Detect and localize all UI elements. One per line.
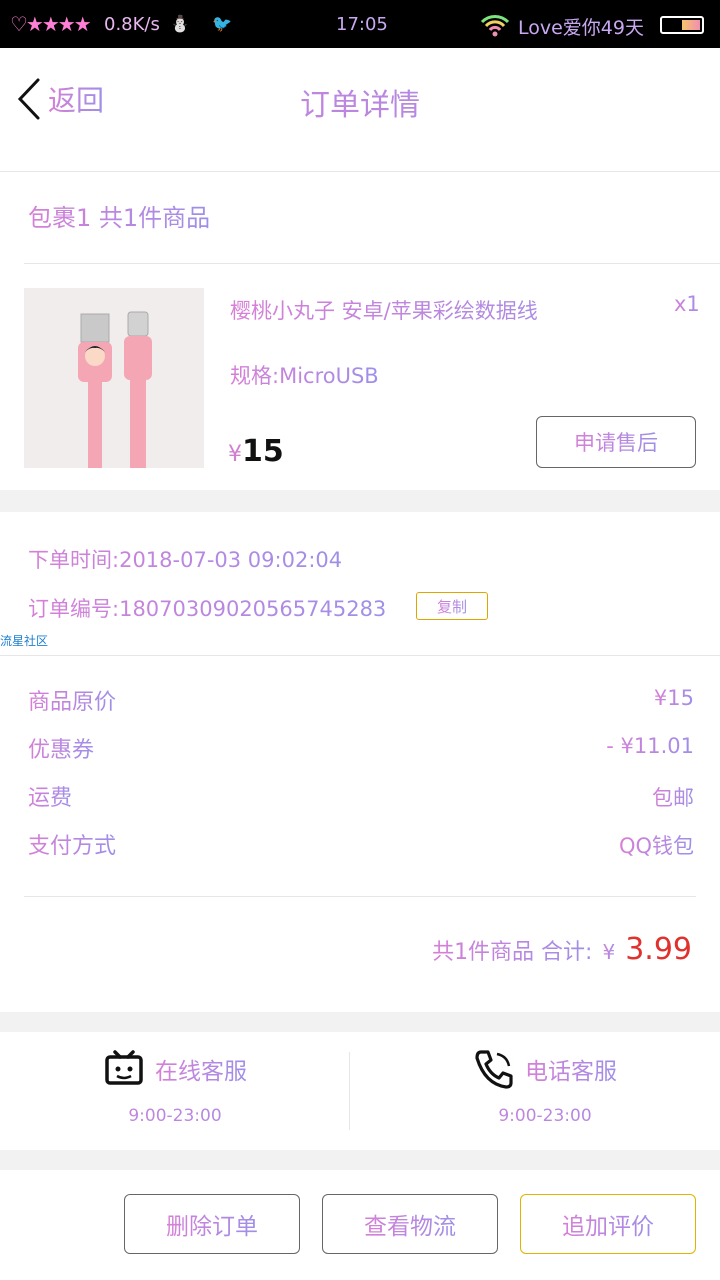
divider xyxy=(24,263,720,264)
product-image[interactable] xyxy=(24,288,204,468)
section-gap xyxy=(0,1012,720,1032)
wifi-icon xyxy=(480,15,510,37)
price-row-label: 商品原价 xyxy=(28,684,116,716)
total-summary: 共1件商品 合计: xyxy=(432,934,592,966)
online-service-title: 在线客服 xyxy=(155,1052,247,1086)
online-service-button[interactable]: 在线客服 9:00-23:00 xyxy=(0,1046,350,1126)
order-time: 下单时间:2018-07-03 09:02:04 xyxy=(28,544,342,574)
usb-cable-image xyxy=(24,288,204,468)
product-name[interactable]: 樱桃小丸子 安卓/苹果彩绘数据线 xyxy=(230,294,630,328)
order-number-label: 订单编号: xyxy=(28,597,120,621)
product-quantity: x1 xyxy=(674,292,700,316)
currency-symbol: ¥ xyxy=(602,940,616,964)
price-row-value: 包邮 xyxy=(652,782,694,812)
phone-service-title: 电话客服 xyxy=(525,1052,617,1086)
online-service-hours: 9:00-23:00 xyxy=(0,1106,350,1126)
view-logistics-label: 查看物流 xyxy=(364,1207,456,1241)
watermark: 流星社区 xyxy=(0,634,49,648)
price-row-label: 运费 xyxy=(28,780,72,812)
clock: 17:05 xyxy=(336,14,388,35)
bird-icon: 🐦 xyxy=(212,14,232,33)
order-number-value: 1807030902056574528​3 xyxy=(119,597,387,621)
package-label: 包裹1 共1件商品 xyxy=(28,198,210,233)
network-speed: 0.8K/s xyxy=(104,14,160,35)
snowman-icon: ⛄ xyxy=(170,14,190,33)
chat-bubble-icon xyxy=(105,1050,143,1085)
order-number: 订单编号:1807030902056574528​3 xyxy=(28,593,386,623)
phone-service-button[interactable]: 电话客服 9:00-23:00 xyxy=(370,1046,720,1126)
product-price: ¥15 xyxy=(228,434,284,469)
order-total: 共1件商品 合计: ¥ 3.99 xyxy=(432,932,692,967)
add-review-button[interactable]: 追加评价 xyxy=(520,1194,696,1254)
total-amount: 3.99 xyxy=(625,932,692,967)
price-row-label: 优惠券 xyxy=(28,732,94,764)
price-row-value: ¥15 xyxy=(653,686,694,710)
phone-service-hours: 9:00-23:00 xyxy=(370,1106,720,1126)
delete-order-button[interactable]: 删除订单 xyxy=(124,1194,300,1254)
price-row-label: 支付方式 xyxy=(28,828,116,860)
section-gap xyxy=(0,1150,720,1170)
copy-label: 复制 xyxy=(436,597,467,616)
battery-icon xyxy=(660,16,704,34)
decor-stars: ♡★★★★ xyxy=(10,12,92,36)
section-gap xyxy=(0,490,720,512)
page-title: 订单详情 xyxy=(0,80,720,124)
order-time-value: 2018-07-03 09:02:04 xyxy=(119,548,343,572)
price-row-value: - ¥11.01 xyxy=(606,734,694,758)
divider xyxy=(349,1052,350,1130)
divider xyxy=(0,655,720,656)
header: 返回 订单详情 xyxy=(0,48,720,172)
currency-symbol: ¥ xyxy=(228,442,242,467)
status-bar: ♡★★★★ 0.8K/s ⛄ 🐦 17:05 Love爱你49天 xyxy=(0,0,720,48)
carrier-label: Love爱你49天 xyxy=(518,17,644,39)
divider xyxy=(0,171,720,172)
copy-button[interactable]: 复制 xyxy=(416,592,488,620)
add-review-label: 追加评价 xyxy=(562,1207,654,1241)
product-spec: 规格:MicroUSB xyxy=(230,360,379,390)
view-logistics-button[interactable]: 查看物流 xyxy=(322,1194,498,1254)
after-sale-button[interactable]: 申请售后 xyxy=(536,416,696,468)
divider xyxy=(24,896,696,897)
phone-icon xyxy=(475,1050,513,1089)
delete-order-label: 删除订单 xyxy=(166,1207,258,1241)
price-value: 15 xyxy=(242,434,284,469)
after-sale-label: 申请售后 xyxy=(574,427,658,457)
price-row-value: QQ钱包 xyxy=(619,830,694,860)
order-time-label: 下单时间: xyxy=(28,548,120,572)
